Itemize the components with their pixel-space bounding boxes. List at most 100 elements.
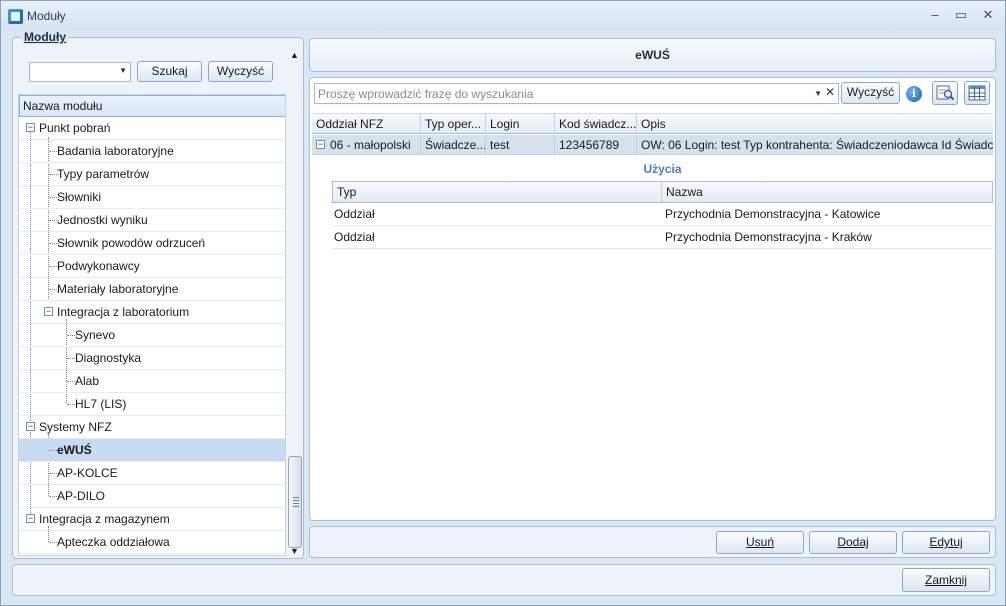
tree-item-hl7[interactable]: HL7 (LIS) bbox=[19, 393, 285, 416]
tree-item-label: Słownik powodów odrzuceń bbox=[57, 236, 206, 250]
cell-typ: Świadcze... bbox=[421, 135, 486, 155]
delete-button[interactable]: Usuń bbox=[716, 531, 804, 554]
tree-item-typy-parametrow[interactable]: Typy parametrów bbox=[19, 163, 285, 186]
tree-item-label: Jednostki wyniku bbox=[57, 213, 148, 227]
scroll-down-icon[interactable]: ▼ bbox=[290, 546, 299, 556]
module-filter-combo[interactable]: ▼ bbox=[29, 62, 131, 82]
column-header-oddzial[interactable]: Oddział NFZ bbox=[312, 114, 421, 134]
close-window-button[interactable]: ✕ bbox=[976, 5, 1000, 25]
tree-item-label: AP-DILO bbox=[57, 489, 106, 503]
collapse-icon[interactable]: − bbox=[316, 140, 325, 149]
modules-group-title: Moduły bbox=[22, 30, 68, 44]
add-button[interactable]: Dodaj bbox=[809, 531, 897, 554]
tree-item-podwykonawcy[interactable]: Podwykonawcy bbox=[19, 255, 285, 278]
tree-item-slowniki[interactable]: Słowniki bbox=[19, 186, 285, 209]
grip-line bbox=[293, 506, 299, 507]
search-button[interactable]: Szukaj bbox=[137, 61, 202, 82]
cell-login: test bbox=[486, 135, 555, 155]
tree-item-synevo[interactable]: Synevo bbox=[19, 324, 285, 347]
title-bar: Moduły – ▭ ✕ bbox=[1, 1, 1005, 31]
scrollbar-thumb[interactable] bbox=[288, 456, 302, 548]
tree-scrollbar[interactable]: ▲ ▼ bbox=[287, 48, 303, 558]
tree-item-label: Podwykonawcy bbox=[57, 259, 140, 273]
tree-item-materialy[interactable]: Materiały laboratoryjne bbox=[19, 278, 285, 301]
column-header-login[interactable]: Login bbox=[486, 114, 555, 134]
clear-filter-button[interactable]: Wyczyść bbox=[208, 61, 273, 82]
tree-item-diagnostyka[interactable]: Diagnostyka bbox=[19, 347, 285, 370]
grip-line bbox=[293, 503, 299, 504]
tree-item-label: Alab bbox=[75, 374, 100, 388]
usage-row[interactable]: Oddział Przychodnia Demonstracyjna - Kra… bbox=[332, 226, 993, 249]
module-title: eWUŚ bbox=[309, 38, 996, 72]
actions-bar: Usuń Dodaj Edytuj bbox=[309, 526, 996, 558]
cell-kod: 123456789 bbox=[555, 135, 637, 155]
table-row[interactable]: − 06 - małopolski Świadcze... test 12345… bbox=[312, 135, 993, 155]
columns-button[interactable] bbox=[964, 81, 990, 105]
maximize-button[interactable]: ▭ bbox=[949, 5, 973, 25]
collapse-icon[interactable]: − bbox=[44, 307, 53, 316]
tree-item-ap-kolce[interactable]: AP-KOLCE bbox=[19, 462, 285, 485]
window-title: Moduły bbox=[27, 9, 66, 23]
tree-item-powody-odrzucen[interactable]: Słownik powodów odrzuceń bbox=[19, 232, 285, 255]
usages-title: Użycia bbox=[643, 162, 682, 176]
tree-item-alab[interactable]: Alab bbox=[19, 370, 285, 393]
app-icon bbox=[8, 9, 23, 24]
column-header-nazwa[interactable]: Nazwa bbox=[662, 182, 992, 202]
column-header-typ-usage[interactable]: Typ bbox=[333, 182, 662, 202]
phrase-search-input[interactable]: Proszę wprowadzić frazę do wyszukania ▼ … bbox=[314, 83, 839, 104]
minimize-button[interactable]: – bbox=[923, 5, 947, 25]
usage-name: Przychodnia Demonstracyjna - Kraków bbox=[665, 230, 872, 244]
tree-item-label: Materiały laboratoryjne bbox=[57, 282, 179, 296]
tree-item-label: eWUŚ bbox=[57, 443, 92, 457]
edit-button[interactable]: Edytuj bbox=[902, 531, 990, 554]
scroll-up-icon[interactable]: ▲ bbox=[290, 50, 299, 60]
clear-icon[interactable]: ✕ bbox=[825, 85, 835, 99]
tree-item-jednostki[interactable]: Jednostki wyniku bbox=[19, 209, 285, 232]
modules-group: Moduły ▼ Szukaj Wyczyść Nazwa modułu − P… bbox=[12, 30, 304, 559]
grip-line bbox=[293, 497, 299, 498]
grid-header: Oddział NFZ Typ oper... Login Kod świadc… bbox=[312, 113, 993, 134]
clear-search-button[interactable]: Wyczyść bbox=[841, 82, 900, 104]
collapse-icon[interactable]: − bbox=[26, 422, 35, 431]
tree-item-label: HL7 (LIS) bbox=[75, 397, 127, 411]
tree-item-label: Systemy NFZ bbox=[39, 420, 112, 434]
tree-item-label: Integracja z magazynem bbox=[39, 512, 170, 526]
column-header-opis[interactable]: Opis bbox=[637, 114, 993, 134]
find-settings-button[interactable] bbox=[932, 81, 958, 105]
tree-item-integracja-laboratorium[interactable]: − Integracja z laboratorium bbox=[19, 301, 285, 324]
collapse-icon[interactable]: − bbox=[26, 514, 35, 523]
column-header-kod[interactable]: Kod świadcz... bbox=[555, 114, 637, 134]
tree-item-badania[interactable]: Badania laboratoryjne bbox=[19, 140, 285, 163]
tree-item-label: Integracja z laboratorium bbox=[57, 305, 190, 319]
tree-item-apteczka[interactable]: Apteczka oddziałowa bbox=[19, 531, 285, 554]
close-button[interactable]: Zamknij bbox=[902, 568, 990, 592]
usage-row[interactable]: Oddział Przychodnia Demonstracyjna - Kat… bbox=[332, 203, 993, 226]
tree-item-systemy-nfz[interactable]: − Systemy NFZ bbox=[19, 416, 285, 439]
search-placeholder: Proszę wprowadzić frazę do wyszukania bbox=[318, 87, 534, 101]
tree-item-ap-dilo[interactable]: AP-DILO bbox=[19, 485, 285, 508]
usage-type: Oddział bbox=[334, 230, 375, 244]
tree-item-label: Synevo bbox=[75, 328, 116, 342]
tree-item-label: Apteczka oddziałowa bbox=[57, 535, 170, 549]
tree-header-module-name[interactable]: Nazwa modułu bbox=[19, 95, 285, 117]
chevron-down-icon: ▼ bbox=[119, 66, 127, 75]
tree-item-label: Punkt pobrań bbox=[39, 121, 111, 135]
tree-item-label: Słowniki bbox=[57, 190, 102, 204]
modules-window: Moduły – ▭ ✕ Moduły ▼ Szukaj Wyczyść Naz… bbox=[0, 0, 1006, 606]
search-settings-icon bbox=[936, 85, 955, 101]
usage-name: Przychodnia Demonstracyjna - Katowice bbox=[665, 207, 881, 221]
chevron-down-icon[interactable]: ▼ bbox=[814, 89, 822, 98]
tree-item-ewus[interactable]: eWUŚ bbox=[19, 439, 285, 462]
tree-item-punkt-pobran[interactable]: − Punkt pobrań bbox=[19, 117, 285, 140]
info-icon[interactable]: i bbox=[906, 86, 922, 102]
module-tree: Nazwa modułu − Punkt pobrań Badania labo… bbox=[18, 94, 286, 556]
tree-item-integracja-magazyn[interactable]: − Integracja z magazynem bbox=[19, 508, 285, 531]
collapse-icon[interactable]: − bbox=[26, 123, 35, 132]
column-header-typ[interactable]: Typ oper... bbox=[421, 114, 486, 134]
module-content-panel: Proszę wprowadzić frazę do wyszukania ▼ … bbox=[309, 77, 996, 521]
tree-item-label: Badania laboratoryjne bbox=[57, 144, 174, 158]
grip-line bbox=[293, 500, 299, 501]
usage-type: Oddział bbox=[334, 207, 375, 221]
footer-bar: Zamknij bbox=[12, 564, 996, 596]
usages-header: Typ Nazwa bbox=[332, 181, 993, 203]
